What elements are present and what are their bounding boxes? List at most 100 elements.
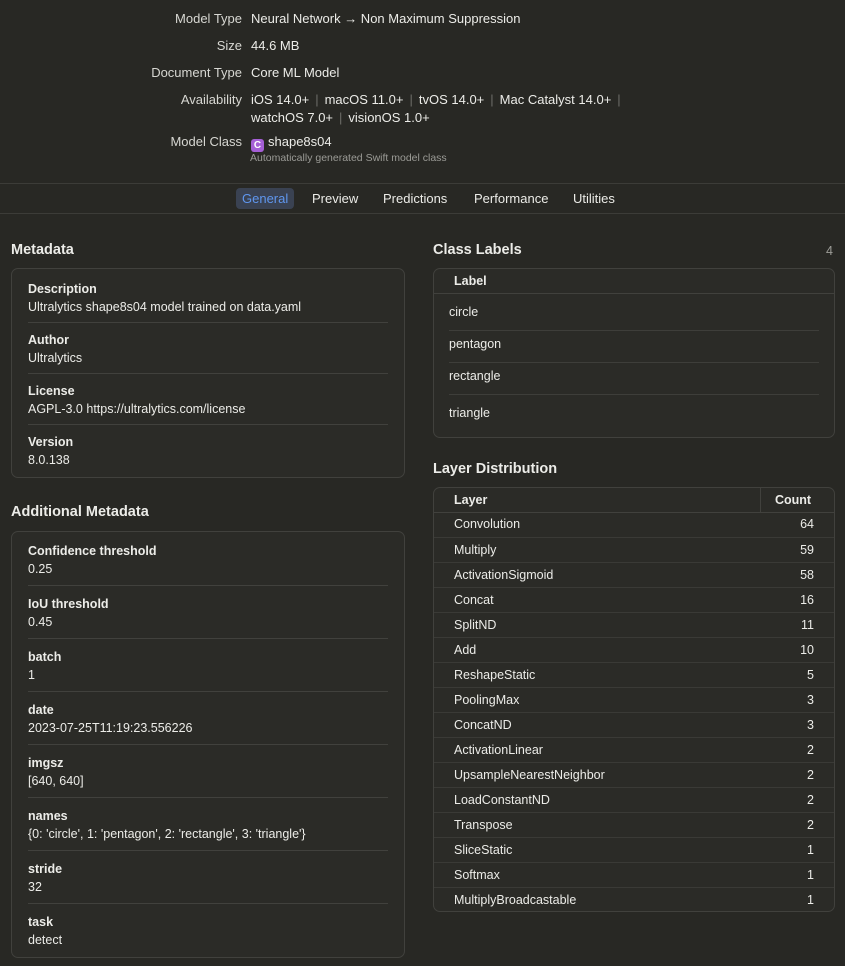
additional-value: 1: [28, 668, 35, 682]
layer-row[interactable]: PoolingMax 3: [434, 687, 834, 713]
metadata-value: 8.0.138: [28, 453, 70, 467]
layer-count: 16: [800, 593, 814, 607]
divider: [28, 691, 388, 692]
layer-row[interactable]: MultiplyBroadcastable 1: [434, 887, 834, 913]
model-class-label: Model Class: [170, 134, 242, 149]
tab-predictions[interactable]: Predictions: [377, 188, 453, 209]
class-label-item[interactable]: rectangle: [449, 369, 819, 383]
tab-general[interactable]: General: [236, 188, 295, 209]
additional-item: Confidence threshold 0.25: [28, 542, 388, 578]
class-label-item[interactable]: circle: [449, 305, 819, 319]
additional-value: 2023-07-25T11:19:23.556226: [28, 721, 193, 735]
divider: [28, 638, 388, 639]
divider: [28, 744, 388, 745]
layer-name: Add: [454, 643, 477, 657]
divider: [28, 797, 388, 798]
additional-value: 0.45: [28, 615, 53, 629]
model-class-row: Model Class Cshape8s04: [0, 133, 845, 152]
divider: [449, 330, 819, 331]
layer-count: 59: [800, 543, 814, 557]
additional-item: batch 1: [28, 648, 388, 684]
layer-count: 58: [800, 568, 814, 582]
availability-visionos: visionOS 1.0+: [348, 110, 430, 125]
layer-count: 3: [807, 718, 814, 732]
layer-name: ConcatND: [454, 718, 512, 732]
class-labels-table: Label circle pentagon rectangle triangle: [433, 268, 835, 438]
layer-count: 10: [800, 643, 814, 657]
additional-value: [640, 640]: [28, 774, 84, 788]
layer-count: 2: [807, 818, 814, 832]
metadata-item-license: License AGPL-3.0 https://ultralytics.com…: [28, 382, 388, 418]
divider: [28, 850, 388, 851]
tab-performance[interactable]: Performance: [468, 188, 554, 209]
layer-name: ActivationSigmoid: [454, 568, 554, 582]
layer-row[interactable]: ReshapeStatic 5: [434, 662, 834, 688]
additional-key: Confidence threshold: [28, 544, 157, 558]
layer-row[interactable]: LoadConstantND 2: [434, 787, 834, 813]
additional-key: task: [28, 915, 54, 929]
availability-macos: macOS 11.0+: [324, 92, 404, 107]
divider: [28, 373, 388, 374]
layer-row[interactable]: Softmax 1: [434, 862, 834, 888]
layer-count: 2: [807, 793, 814, 807]
tab-bar: General Preview Predictions Performance …: [0, 183, 845, 214]
layer-row[interactable]: Transpose 2: [434, 812, 834, 838]
metadata-item-author: Author Ultralytics: [28, 331, 388, 367]
additional-metadata-card: Confidence threshold 0.25 IoU threshold …: [11, 531, 405, 958]
layer-row[interactable]: ActivationSigmoid 58: [434, 562, 834, 588]
availability-label: Availability: [180, 92, 242, 107]
document-type-value: Core ML Model: [251, 65, 340, 80]
layer-row[interactable]: ConcatND 3: [434, 712, 834, 738]
layer-name: MultiplyBroadcastable: [454, 893, 577, 907]
metadata-title: Metadata: [11, 242, 74, 258]
additional-item: imgsz [640, 640]: [28, 754, 388, 790]
model-class-value-wrap[interactable]: Cshape8s04: [251, 133, 332, 152]
availability-tvos: tvOS 14.0+: [418, 92, 485, 107]
class-label-item[interactable]: triangle: [449, 406, 819, 420]
separator: |: [315, 92, 319, 107]
divider: [28, 322, 388, 323]
class-label-item[interactable]: pentagon: [449, 337, 819, 351]
model-details-page: Model Type Neural Network → Non Maximum …: [0, 0, 845, 966]
metadata-item-description: Description Ultralytics shape8s04 model …: [28, 280, 388, 316]
metadata-key: Version: [28, 435, 74, 449]
separator: |: [617, 92, 621, 107]
divider: [449, 362, 819, 363]
layer-row[interactable]: Concat 16: [434, 587, 834, 613]
metadata-card: Description Ultralytics shape8s04 model …: [11, 268, 405, 478]
layer-row[interactable]: Multiply 59: [434, 537, 834, 563]
layer-count: 11: [801, 618, 814, 632]
layer-name: PoolingMax: [454, 693, 520, 707]
additional-value: detect: [28, 933, 63, 947]
availability-row-2: watchOS 7.0+ | visionOS 1.0+: [0, 109, 845, 127]
layer-name: UpsampleNearestNeighbor: [454, 768, 605, 782]
layer-name: ReshapeStatic: [454, 668, 536, 682]
count-column-header[interactable]: Count: [775, 493, 811, 507]
size-row: Size 44.6 MB: [0, 37, 845, 55]
availability-row: Availability iOS 14.0+ | macOS 11.0+ | tvOS …: [0, 91, 845, 109]
layer-name: Concat: [454, 593, 494, 607]
tab-utilities[interactable]: Utilities: [567, 188, 621, 209]
additional-key: names: [28, 809, 68, 823]
layer-count: 1: [807, 893, 814, 907]
layer-row[interactable]: SliceStatic 1: [434, 837, 834, 863]
layer-column-header[interactable]: Layer: [454, 493, 487, 507]
layer-row[interactable]: Convolution 64: [434, 512, 834, 537]
layer-row[interactable]: SplitND 11: [434, 612, 834, 638]
label-column-header[interactable]: Label: [454, 274, 487, 288]
additional-key: batch: [28, 650, 62, 664]
layer-name: SplitND: [454, 618, 497, 632]
additional-item: IoU threshold 0.45: [28, 595, 388, 631]
additional-key: date: [28, 703, 54, 717]
additional-value: 0.25: [28, 562, 53, 576]
layer-row[interactable]: UpsampleNearestNeighbor 2: [434, 762, 834, 788]
layer-count: 1: [807, 868, 814, 882]
additional-value: 32: [28, 880, 42, 894]
additional-item: stride 32: [28, 860, 388, 896]
tab-preview[interactable]: Preview: [306, 188, 364, 209]
layer-row[interactable]: ActivationLinear 2: [434, 737, 834, 763]
model-class-value[interactable]: shape8s04: [268, 134, 332, 149]
additional-metadata-title: Additional Metadata: [11, 504, 149, 520]
divider: [28, 424, 388, 425]
layer-row[interactable]: Add 10: [434, 637, 834, 663]
